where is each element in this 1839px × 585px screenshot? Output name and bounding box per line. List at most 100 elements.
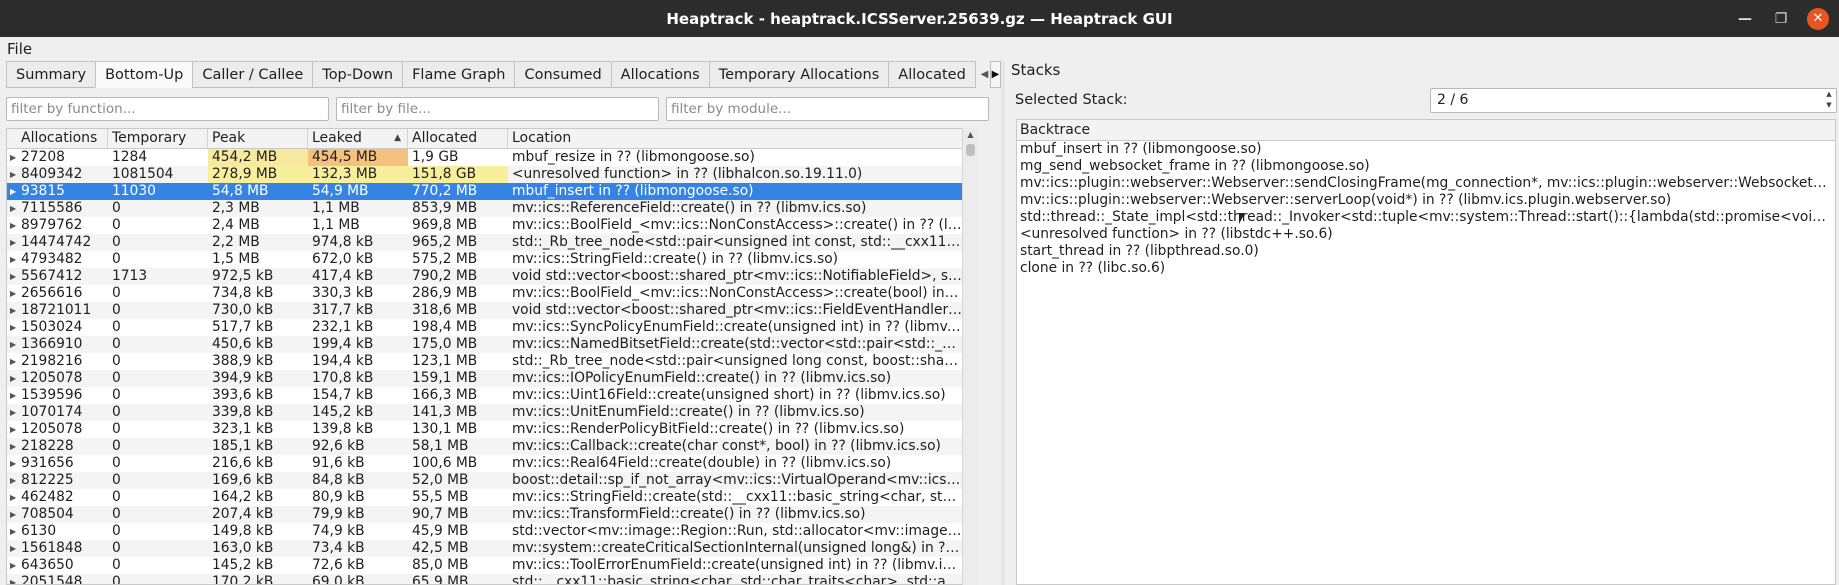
scroll-thumb[interactable] [966, 144, 975, 156]
expand-arrow-icon[interactable]: ▶ [10, 421, 16, 438]
column-header-allocations[interactable]: Allocations [7, 129, 108, 148]
backtrace-frame[interactable]: mg_send_websocket_frame in ?? (libmongoo… [1017, 158, 1835, 175]
selected-stack-spinbox[interactable]: 2 / 6 ▲ ▼ [1430, 88, 1837, 113]
table-row[interactable]: ▶ 218228 0 185,1 kB 92,6 kB 58,1 MB mv::ics::C… [7, 438, 977, 455]
table-row[interactable]: ▶ 18721011 0 730,0 kB 317,7 kB 318,6 MB void s… [7, 302, 977, 319]
table-cell-temporary: 0 [108, 472, 208, 489]
table-row[interactable]: ▶ 1205078 0 323,1 kB 139,8 kB 130,1 MB mv::ics… [7, 421, 977, 438]
expand-arrow-icon[interactable]: ▶ [10, 353, 16, 370]
table-row[interactable]: ▶ 931656 0 216,6 kB 91,6 kB 100,6 MB mv::ics::… [7, 455, 977, 472]
table-row[interactable]: ▶ 1539596 0 393,6 kB 154,7 kB 166,3 MB mv::ics… [7, 387, 977, 404]
expand-arrow-icon[interactable]: ▶ [10, 574, 16, 584]
column-header-allocated[interactable]: Allocated [408, 129, 508, 148]
table-row[interactable]: ▶ 2051548 0 170,2 kB 69,0 kB 65,9 MB std::__cx… [7, 574, 977, 584]
expand-arrow-icon[interactable]: ▶ [10, 557, 16, 574]
expand-arrow-icon[interactable]: ▶ [10, 540, 16, 557]
tab-scroll-left-icon[interactable]: ◀ [979, 61, 990, 88]
backtrace-frame[interactable]: std::thread::_State_impl<std::thread::_I… [1017, 209, 1835, 226]
backtrace-frame[interactable]: clone in ?? (libc.so.6) [1017, 260, 1835, 277]
tab-allocated[interactable]: Allocated [888, 61, 976, 88]
table-cell-leaked: 132,3 MB [308, 166, 408, 183]
maximize-icon[interactable]: ❐ [1763, 11, 1799, 27]
table-row[interactable]: ▶ 93815 11030 54,8 MB 54,9 MB 770,2 MB mbuf_in… [7, 183, 977, 200]
table-row[interactable]: ▶ 1366910 0 450,6 kB 199,4 kB 175,0 MB mv::ics… [7, 336, 977, 353]
column-header-peak[interactable]: Peak [208, 129, 308, 148]
table-row[interactable]: ▶ 1561848 0 163,0 kB 73,4 kB 42,5 MB mv::syste… [7, 540, 977, 557]
table-row[interactable]: ▶ 643650 0 145,2 kB 72,6 kB 85,0 MB mv::ics::T… [7, 557, 977, 574]
expand-arrow-icon[interactable]: ▶ [10, 404, 16, 421]
tab-summary[interactable]: Summary [6, 61, 97, 88]
expand-arrow-icon[interactable]: ▶ [10, 455, 16, 472]
expand-arrow-icon[interactable]: ▶ [10, 472, 16, 489]
table-row[interactable]: ▶ 7115586 0 2,3 MB 1,1 MB 853,9 MB mv::ics::Re… [7, 200, 977, 217]
tab-bottom-up[interactable]: Bottom-Up [95, 61, 194, 88]
table-row[interactable]: ▶ 2198216 0 388,9 kB 194,4 kB 123,1 MB std::_R… [7, 353, 977, 370]
expand-arrow-icon[interactable]: ▶ [10, 523, 16, 540]
table-row[interactable]: ▶ 462482 0 164,2 kB 80,9 kB 55,5 MB mv::ics::S… [7, 489, 977, 506]
table-row[interactable]: ▶ 5567412 1713 972,5 kB 417,4 kB 790,2 MB void… [7, 268, 977, 285]
expand-arrow-icon[interactable]: ▶ [10, 336, 16, 353]
expand-arrow-icon[interactable]: ▶ [10, 217, 16, 234]
table-row[interactable]: ▶ 8979762 0 2,4 MB 1,1 MB 969,8 MB mv::ics::Bo… [7, 217, 977, 234]
column-header-leaked[interactable]: Leaked ▲ [308, 129, 408, 148]
scroll-up-icon[interactable]: ▲ [963, 128, 978, 142]
table-row[interactable]: ▶ 1503024 0 517,7 kB 232,1 kB 198,4 MB mv::ics… [7, 319, 977, 336]
table-row[interactable]: ▶ 14474742 0 2,2 MB 974,8 kB 965,2 MB std::_Rb… [7, 234, 977, 251]
expand-arrow-icon[interactable]: ▶ [10, 200, 16, 217]
table-cell-allocations: ▶ 931656 [7, 455, 108, 472]
spin-up-icon[interactable]: ▲ [1822, 89, 1836, 100]
table-row[interactable]: ▶ 708504 0 207,4 kB 79,9 kB 90,7 MB mv::ics::T… [7, 506, 977, 523]
table-cell-allocated: 123,1 MB [408, 353, 508, 370]
selected-stack-value[interactable]: 2 / 6 [1437, 92, 1468, 108]
expand-arrow-icon[interactable]: ▶ [10, 251, 16, 268]
table-row[interactable]: ▶ 6130 0 149,8 kB 74,9 kB 45,9 MB std::vector<… [7, 523, 977, 540]
backtrace-frame[interactable]: start_thread in ?? (libpthread.so.0) [1017, 243, 1835, 260]
table-row[interactable]: ▶ 8409342 1081504 278,9 MB 132,3 MB 151,8 GB <… [7, 166, 977, 183]
tab-top-down[interactable]: Top-Down [312, 61, 404, 88]
close-icon[interactable]: ✕ [1807, 7, 1829, 30]
tab-scroll-right-icon[interactable]: ▶ [990, 61, 1001, 88]
expand-arrow-icon[interactable]: ▶ [10, 387, 16, 404]
table-row[interactable]: ▶ 27208 1284 454,2 MB 454,5 MB 1,9 GB mbuf_res… [7, 149, 977, 166]
expand-arrow-icon[interactable]: ▶ [10, 149, 16, 166]
tab-flame-graph[interactable]: Flame Graph [402, 61, 516, 88]
backtrace-header[interactable]: Backtrace [1017, 120, 1835, 141]
expand-arrow-icon[interactable]: ▶ [10, 183, 16, 200]
table-row[interactable]: ▶ 1205078 0 394,9 kB 170,8 kB 159,1 MB mv::ics… [7, 370, 977, 387]
panel-splitter[interactable] [1001, 61, 1005, 585]
table-row[interactable]: ▶ 4793482 0 1,5 MB 672,0 kB 575,2 MB mv::ics::… [7, 251, 977, 268]
spinbox-arrows[interactable]: ▲ ▼ [1822, 89, 1836, 112]
filter-module-input[interactable] [666, 97, 989, 121]
minimize-icon[interactable]: — [1727, 11, 1763, 27]
table-row[interactable]: ▶ 2656616 0 734,8 kB 330,3 kB 286,9 MB mv::ics… [7, 285, 977, 302]
tab-allocations[interactable]: Allocations [610, 61, 710, 88]
expand-arrow-icon[interactable]: ▶ [10, 506, 16, 523]
column-header-temporary[interactable]: Temporary [108, 129, 208, 148]
table-cell-temporary: 0 [108, 217, 208, 234]
expand-arrow-icon[interactable]: ▶ [10, 438, 16, 455]
expand-arrow-icon[interactable]: ▶ [10, 302, 16, 319]
menu-file[interactable]: File [0, 40, 39, 58]
table-row[interactable]: ▶ 812225 0 169,6 kB 84,8 kB 52,0 MB boost::det… [7, 472, 977, 489]
cell-text: mv::system::createCriticalSectionInterna… [512, 540, 966, 556]
backtrace-frame[interactable]: mv::ics::plugin::webserver::Webserver::s… [1017, 192, 1835, 209]
backtrace-frame[interactable]: mv::ics::plugin::webserver::Webserver::s… [1017, 175, 1835, 192]
backtrace-frame[interactable]: <unresolved function> in ?? (libstdc++.s… [1017, 226, 1835, 243]
expand-arrow-icon[interactable]: ▶ [10, 268, 16, 285]
tab-temporary-allocations[interactable]: Temporary Allocations [708, 61, 890, 88]
spin-down-icon[interactable]: ▼ [1822, 100, 1836, 111]
expand-arrow-icon[interactable]: ▶ [10, 370, 16, 387]
table-scrollbar[interactable]: ▲ [962, 128, 978, 585]
expand-arrow-icon[interactable]: ▶ [10, 166, 16, 183]
expand-arrow-icon[interactable]: ▶ [10, 234, 16, 251]
tab-caller-callee[interactable]: Caller / Callee [192, 61, 314, 88]
column-header-location[interactable]: Location [508, 129, 966, 148]
backtrace-frame[interactable]: mbuf_insert in ?? (libmongoose.so) [1017, 141, 1835, 158]
expand-arrow-icon[interactable]: ▶ [10, 489, 16, 506]
filter-function-input[interactable] [6, 97, 329, 121]
expand-arrow-icon[interactable]: ▶ [10, 319, 16, 336]
tab-consumed[interactable]: Consumed [514, 61, 612, 88]
filter-file-input[interactable] [336, 97, 659, 121]
table-row[interactable]: ▶ 1070174 0 339,8 kB 145,2 kB 141,3 MB mv::ics… [7, 404, 977, 421]
expand-arrow-icon[interactable]: ▶ [10, 285, 16, 302]
